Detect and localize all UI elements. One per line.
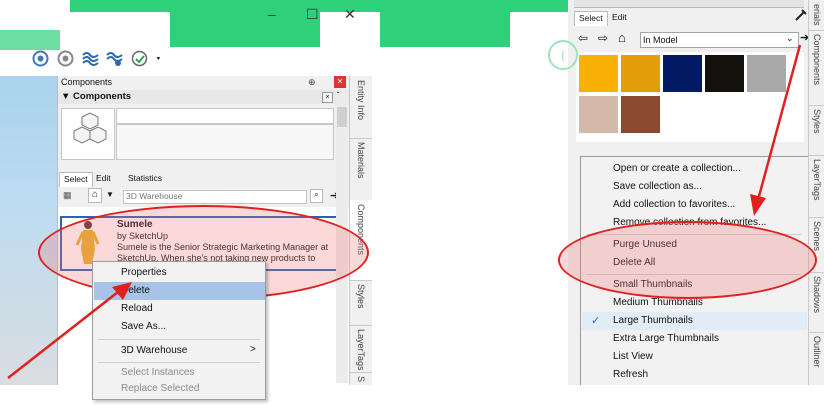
side-tab-label: Scenes xyxy=(812,221,822,252)
side-tab-label: erials xyxy=(812,4,822,26)
side-tab-label: Shadows xyxy=(812,276,822,314)
material-swatch[interactable] xyxy=(579,96,618,133)
material-swatch[interactable] xyxy=(621,55,660,92)
material-swatch[interactable] xyxy=(621,96,660,133)
cubes-icon xyxy=(73,112,107,144)
extension-icon[interactable] xyxy=(81,50,99,67)
section-title: ▼ Components xyxy=(61,91,132,102)
menu-item-extra-large-thumbnails[interactable]: Extra Large Thumbnails xyxy=(582,330,807,348)
decorative-green-band xyxy=(380,12,510,47)
tab-statistics[interactable]: Statistics xyxy=(124,172,166,186)
side-tab-styles[interactable]: Styles xyxy=(350,280,372,326)
warehouse-search-input[interactable]: 3D Warehouse xyxy=(123,190,307,204)
tray-top-edge xyxy=(574,0,804,8)
section-close-icon[interactable]: × xyxy=(322,92,333,103)
side-tab-layertags[interactable]: LayerTags xyxy=(350,325,372,373)
side-tab-materials[interactable]: erials xyxy=(809,0,824,31)
tab-edit[interactable]: Edit xyxy=(92,172,115,186)
side-tab-label: S xyxy=(356,376,366,383)
maximize-button[interactable]: ☐ xyxy=(306,6,319,23)
extension-manager-icon[interactable] xyxy=(106,50,123,67)
side-tab-scenes[interactable]: S xyxy=(350,372,372,385)
side-tab-components[interactable]: Components xyxy=(809,30,824,106)
side-tab-outliner[interactable]: Outliner xyxy=(809,332,824,385)
home-icon[interactable]: ⌂ xyxy=(618,30,626,45)
scrollbar-thumb[interactable] xyxy=(337,107,347,127)
view-options-icon[interactable]: ▦ xyxy=(63,190,72,201)
side-tab-label: Styles xyxy=(356,284,366,309)
side-tab-styles[interactable]: Styles xyxy=(809,105,824,156)
profile-icon[interactable] xyxy=(131,50,148,67)
side-tab-materials[interactable]: Materials xyxy=(350,138,372,201)
dropdown-arrow-icon[interactable] xyxy=(156,50,165,67)
component-thumbnail xyxy=(61,108,115,160)
material-swatch[interactable] xyxy=(705,55,744,92)
side-tab-label: LayerTags xyxy=(356,329,366,371)
material-swatch[interactable] xyxy=(663,55,702,92)
home-icon[interactable]: ⌂ xyxy=(88,188,102,203)
navigation-row: ▦ ⌂ ▼ 3D Warehouse ⌕ ➔ xyxy=(58,188,350,204)
annotation-ellipse xyxy=(558,221,817,299)
extension-toolbar xyxy=(32,50,170,72)
close-button[interactable]: ✕ xyxy=(344,6,356,23)
tab-select[interactable]: Select xyxy=(59,172,93,187)
annotation-arrow xyxy=(7,282,132,379)
tab-edit[interactable]: Edit xyxy=(608,11,631,25)
minimize-button[interactable]: – xyxy=(268,6,276,22)
pin-icon[interactable]: ⊕ xyxy=(308,77,316,88)
forward-arrow-icon[interactable]: ⇨ xyxy=(598,31,608,45)
tray-title: Components xyxy=(61,77,113,87)
side-tab-shadows[interactable]: Shadows xyxy=(809,272,824,333)
decorative-circle: ( xyxy=(548,40,578,70)
warehouse-icon[interactable] xyxy=(32,50,49,67)
checkmark-icon: ✓ xyxy=(591,315,601,327)
side-tab-entity-info[interactable]: Entity Info xyxy=(350,76,372,139)
side-tab-label: Outliner xyxy=(812,336,822,368)
search-icon[interactable]: ⌕ xyxy=(310,189,323,203)
side-tab-layertags[interactable]: LayerTags xyxy=(809,155,824,218)
side-tab-label: Styles xyxy=(812,109,822,134)
components-section-header[interactable]: ▼ Components × ^ xyxy=(58,90,350,104)
details-arrow-icon[interactable]: ▼ xyxy=(106,190,114,199)
side-tab-label: Materials xyxy=(356,142,366,179)
side-tab-label: Entity Info xyxy=(356,80,366,121)
menu-item-refresh[interactable]: Refresh xyxy=(582,366,807,384)
menu-item-large-thumbnails[interactable]: Large Thumbnails xyxy=(582,312,807,330)
side-tab-label: Components xyxy=(812,34,822,86)
component-description-field[interactable] xyxy=(116,124,334,160)
warehouse-share-icon[interactable] xyxy=(57,50,74,67)
component-name-field[interactable] xyxy=(116,108,334,124)
tray-header: Components ⊕ ✕ xyxy=(58,76,350,91)
back-arrow-icon[interactable]: ⇦ xyxy=(578,31,588,45)
annotation-arrow xyxy=(750,44,802,216)
tray-side-tabs: erials Components Styles LayerTags Scene… xyxy=(808,0,824,385)
eyedropper-icon[interactable] xyxy=(794,8,808,22)
tray-side-tabs: Entity Info Materials Components Styles … xyxy=(349,76,372,385)
menu-item-list-view[interactable]: List View xyxy=(582,348,807,366)
side-tab-label: LayerTags xyxy=(812,159,822,201)
tab-select[interactable]: Select xyxy=(574,11,608,26)
material-swatch[interactable] xyxy=(579,55,618,92)
tray-tabs: Select Edit Statistics xyxy=(58,172,350,187)
submenu-arrow-icon: > xyxy=(250,344,256,355)
tray-close-button[interactable]: ✕ xyxy=(334,76,346,88)
